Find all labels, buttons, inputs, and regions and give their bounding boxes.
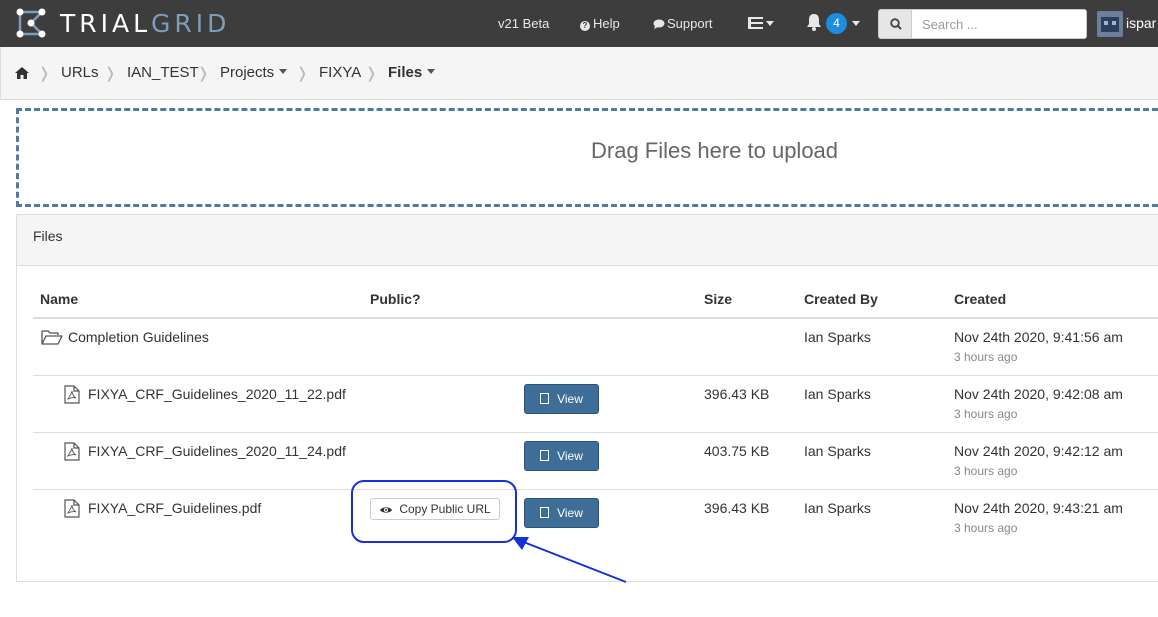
chevron-down-icon	[427, 69, 436, 74]
created-by: Ian Sparks	[804, 500, 871, 516]
breadcrumb-separator: ❭	[38, 65, 51, 82]
breadcrumb-separator: ❭	[365, 65, 378, 82]
created-date: Nov 24th 2020, 9:42:08 am	[954, 386, 1123, 402]
file-size: 396.43 KB	[704, 386, 770, 402]
pdf-file-icon	[64, 499, 80, 518]
view-button-label: View	[557, 449, 583, 463]
pdf-file-icon	[540, 450, 550, 461]
chevron-down-icon	[279, 69, 288, 74]
list-menu-icon[interactable]	[748, 16, 774, 30]
file-size: 396.43 KB	[704, 500, 770, 516]
dropzone-text: Drag Files here to upload	[591, 138, 839, 163]
notification-badge[interactable]: 4	[826, 13, 847, 34]
home-icon[interactable]	[15, 67, 29, 79]
pdf-file-icon	[64, 442, 80, 461]
breadcrumb-separator: ❭	[104, 65, 117, 82]
column-header-created[interactable]: Created	[954, 291, 1006, 307]
breadcrumb-separator: ❭	[296, 65, 309, 82]
breadcrumb-projects-label: Projects	[220, 64, 275, 81]
support-link[interactable]: Support	[653, 16, 713, 31]
column-header-size[interactable]: Size	[704, 291, 732, 307]
pdf-file-icon	[540, 393, 550, 404]
folder-open-icon	[41, 330, 63, 345]
file-size: 403.75 KB	[704, 443, 770, 459]
search-input[interactable]	[911, 9, 1087, 39]
breadcrumb-files[interactable]: Files	[388, 64, 436, 81]
view-button-label: View	[557, 392, 583, 406]
bell-icon[interactable]	[806, 13, 822, 31]
view-button[interactable]: View	[524, 498, 599, 528]
created-date: Nov 24th 2020, 9:42:12 am	[954, 443, 1123, 459]
breadcrumb-urls[interactable]: URLs	[61, 64, 99, 81]
avatar[interactable]	[1097, 11, 1123, 37]
brand-name[interactable]: TRIALGRID	[60, 9, 230, 38]
file-name-link[interactable]: FIXYA_CRF_Guidelines_2020_11_24.pdf	[88, 443, 346, 459]
created-date: Nov 24th 2020, 9:43:21 am	[954, 500, 1123, 516]
breadcrumb-fixya[interactable]: FIXYA	[319, 64, 361, 81]
pdf-file-icon	[64, 385, 80, 404]
column-header-name[interactable]: Name	[40, 291, 78, 307]
column-header-public[interactable]: Public?	[370, 291, 421, 307]
trialgrid-logo-icon[interactable]	[14, 6, 48, 40]
breadcrumb-ian-test[interactable]: IAN_TEST	[127, 64, 199, 81]
view-button[interactable]: View	[524, 384, 599, 414]
brand-part2: GRID	[151, 9, 231, 38]
created-date: Nov 24th 2020, 9:41:56 am	[954, 329, 1123, 345]
annotation-arrow-icon	[512, 537, 627, 583]
column-header-created-by[interactable]: Created By	[804, 291, 878, 307]
row-divider	[33, 432, 1158, 433]
top-navbar: TRIALGRID v21 Beta ? Help Support 4 Sear…	[0, 0, 1158, 47]
created-by: Ian Sparks	[804, 443, 871, 459]
help-link[interactable]: ? Help	[580, 16, 620, 31]
created-ago: 3 hours ago	[954, 350, 1018, 364]
question-circle-icon: ?	[580, 21, 590, 31]
breadcrumb-separator: ❭	[197, 65, 210, 82]
panel-header: Files	[17, 215, 1158, 266]
version-link[interactable]: v21 Beta	[498, 16, 549, 31]
view-button[interactable]: View	[524, 441, 599, 471]
chevron-down-icon[interactable]	[852, 21, 860, 26]
created-ago: 3 hours ago	[954, 521, 1018, 535]
pdf-file-icon	[540, 507, 550, 518]
search-button[interactable]	[878, 9, 912, 39]
brand-part1: TRIAL	[60, 9, 152, 38]
file-dropzone[interactable]	[16, 108, 1158, 207]
breadcrumb-projects[interactable]: Projects	[220, 64, 288, 81]
folder-name-link[interactable]: Completion Guidelines	[68, 329, 209, 345]
username[interactable]: ispar	[1126, 15, 1156, 31]
table-header-divider	[33, 317, 1158, 319]
file-name-link[interactable]: FIXYA_CRF_Guidelines.pdf	[88, 500, 261, 516]
user-avatar-icon	[1101, 17, 1119, 32]
panel-title: Files	[33, 228, 63, 244]
support-label: Support	[667, 16, 713, 31]
row-divider	[33, 375, 1158, 376]
help-label: Help	[593, 16, 620, 31]
created-by: Ian Sparks	[804, 386, 871, 402]
search-icon	[890, 18, 902, 30]
created-ago: 3 hours ago	[954, 464, 1018, 478]
created-by: Ian Sparks	[804, 329, 871, 345]
chat-bubble-icon	[653, 19, 665, 29]
row-divider	[33, 489, 1158, 490]
created-ago: 3 hours ago	[954, 407, 1018, 421]
highlight-callout	[351, 480, 517, 543]
breadcrumb-files-label: Files	[388, 64, 423, 81]
file-name-link[interactable]: FIXYA_CRF_Guidelines_2020_11_22.pdf	[88, 386, 346, 402]
view-button-label: View	[557, 506, 583, 520]
